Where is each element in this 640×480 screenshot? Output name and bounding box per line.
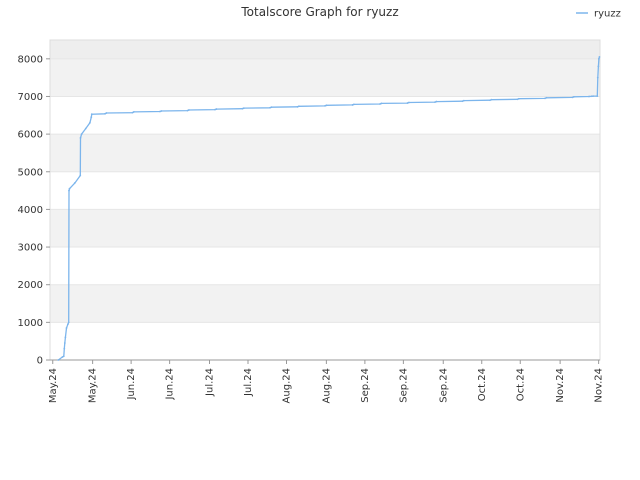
data-point: [588, 95, 590, 98]
data-point: [215, 108, 218, 110]
x-tick-label: May.24: [88, 368, 99, 403]
x-tick-label: Jun.24: [126, 368, 137, 401]
data-point: [79, 136, 82, 139]
plot-band-top: [50, 40, 600, 59]
x-tick-label: Sep.24: [398, 368, 409, 403]
data-point: [105, 112, 108, 114]
legend-label-ryuzz: ryuzz: [594, 9, 621, 20]
y-tick-label: 8000: [18, 54, 43, 65]
data-point: [132, 111, 135, 113]
plot-band: [50, 247, 600, 285]
data-point: [66, 323, 69, 326]
data-point: [65, 327, 68, 329]
y-axis: 0 1000 2000 3000 4000 5000 6000 7000 8000: [18, 54, 50, 367]
data-point: [84, 127, 87, 130]
data-point: [462, 99, 465, 102]
data-point: [90, 116, 93, 119]
data-point: [407, 101, 410, 104]
data-point: [68, 187, 71, 190]
data-point: [352, 103, 355, 106]
plot-bands: [50, 40, 600, 360]
data-point: [596, 95, 599, 97]
y-tick-label: 7000: [18, 92, 43, 103]
plot-band: [50, 134, 600, 172]
data-point: [68, 189, 70, 192]
x-tick-label: May.24: [48, 368, 59, 403]
y-tick-label: 5000: [18, 167, 43, 178]
x-tick-label: Nov.24: [594, 368, 605, 403]
x-tick-label: Aug.24: [282, 368, 293, 403]
chart-title: Totalscore Graph for ryuzz: [240, 5, 398, 19]
data-point: [63, 342, 66, 344]
y-tick-label: 2000: [18, 280, 43, 291]
plot-band: [50, 96, 600, 135]
data-point: [88, 121, 91, 124]
data-point: [597, 65, 600, 68]
data-point: [517, 97, 520, 100]
data-point: [160, 110, 163, 112]
plot-band: [50, 171, 600, 210]
data-point: [598, 56, 601, 58]
plot-band: [50, 58, 600, 97]
data-point: [325, 104, 328, 107]
data-point: [545, 96, 548, 99]
x-axis: May.24 May.24 Jun.24 Jun.24 Jul.24 Jul.24 Aug.…: [48, 359, 605, 403]
chart-canvas: Totalscore Graph for ryuzz 0 1000 2000 3000…: [18, 5, 621, 403]
plot-band: [50, 322, 600, 360]
y-tick-label: 4000: [18, 205, 43, 216]
x-tick-label: Oct.24: [515, 368, 526, 401]
data-point: [62, 355, 65, 358]
data-point: [572, 95, 575, 98]
x-tick-label: Jun.24: [165, 368, 176, 401]
x-tick-label: Nov.24: [555, 368, 566, 403]
plot-band: [50, 209, 600, 248]
data-point: [90, 113, 93, 116]
x-tick-label: Jul.24: [205, 368, 216, 397]
x-tick-label: Aug.24: [321, 368, 332, 403]
data-point: [490, 98, 493, 101]
x-tick-label: Sep.24: [438, 368, 449, 403]
x-tick-label: Sep.24: [360, 368, 371, 403]
plot-band: [50, 284, 600, 323]
data-point: [598, 57, 600, 60]
data-point: [63, 347, 66, 350]
data-point: [79, 174, 82, 177]
data-point: [80, 133, 83, 136]
x-tick-label: Oct.24: [477, 368, 488, 401]
data-point: [67, 321, 70, 324]
data-point: [297, 105, 300, 108]
data-point: [435, 100, 438, 103]
data-point: [57, 359, 60, 361]
data-point: [596, 76, 599, 79]
y-tick-label: 0: [37, 356, 43, 367]
data-point: [64, 336, 67, 339]
data-point: [592, 95, 595, 97]
data-point: [187, 109, 190, 111]
data-point: [242, 107, 245, 110]
legend[interactable]: ryuzz: [576, 9, 621, 20]
y-tick-label: 6000: [18, 130, 43, 141]
data-point: [73, 182, 76, 184]
y-tick-label: 1000: [18, 318, 43, 329]
data-point: [380, 102, 383, 105]
data-point: [270, 106, 273, 109]
y-tick-label: 3000: [18, 243, 43, 254]
x-tick-label: Jul.24: [243, 368, 254, 397]
